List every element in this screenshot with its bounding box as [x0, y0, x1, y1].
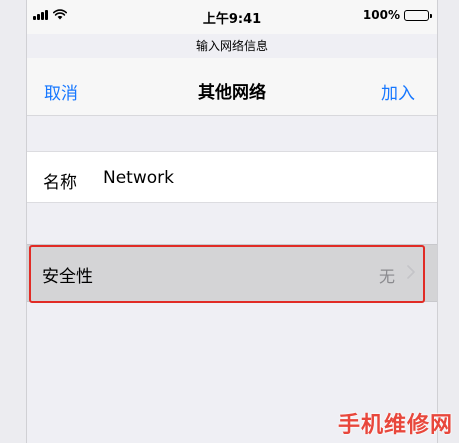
chevron-right-icon: [407, 265, 415, 279]
security-row[interactable]: 安全性 无: [27, 244, 437, 302]
page-title: 其他网络: [198, 83, 266, 103]
battery-percentage: 100%: [362, 8, 400, 22]
join-button[interactable]: 加入: [381, 79, 415, 104]
watermark: 手机维修网: [337, 412, 453, 438]
navigation-bar: 取消 其他网络 加入: [27, 58, 437, 116]
status-right: 100%: [362, 8, 432, 22]
screenshot: 上午9:41 100% 输入网络信息 取消 其他网络 加入 名称 Network…: [0, 0, 459, 443]
security-value: 无: [378, 267, 395, 286]
network-name-label: 名称: [43, 173, 77, 193]
network-prompt: 输入网络信息: [195, 39, 268, 53]
phone-screen: 上午9:41 100% 输入网络信息 取消 其他网络 加入 名称 Network…: [26, 0, 438, 443]
cancel-button[interactable]: 取消: [44, 79, 78, 104]
network-name-field[interactable]: 名称 Network: [27, 151, 437, 203]
security-label: 安全性: [42, 267, 93, 287]
status-bar: 上午9:41 100%: [27, 0, 437, 34]
battery-icon: [404, 9, 432, 21]
network-name-input[interactable]: Network: [103, 168, 174, 188]
